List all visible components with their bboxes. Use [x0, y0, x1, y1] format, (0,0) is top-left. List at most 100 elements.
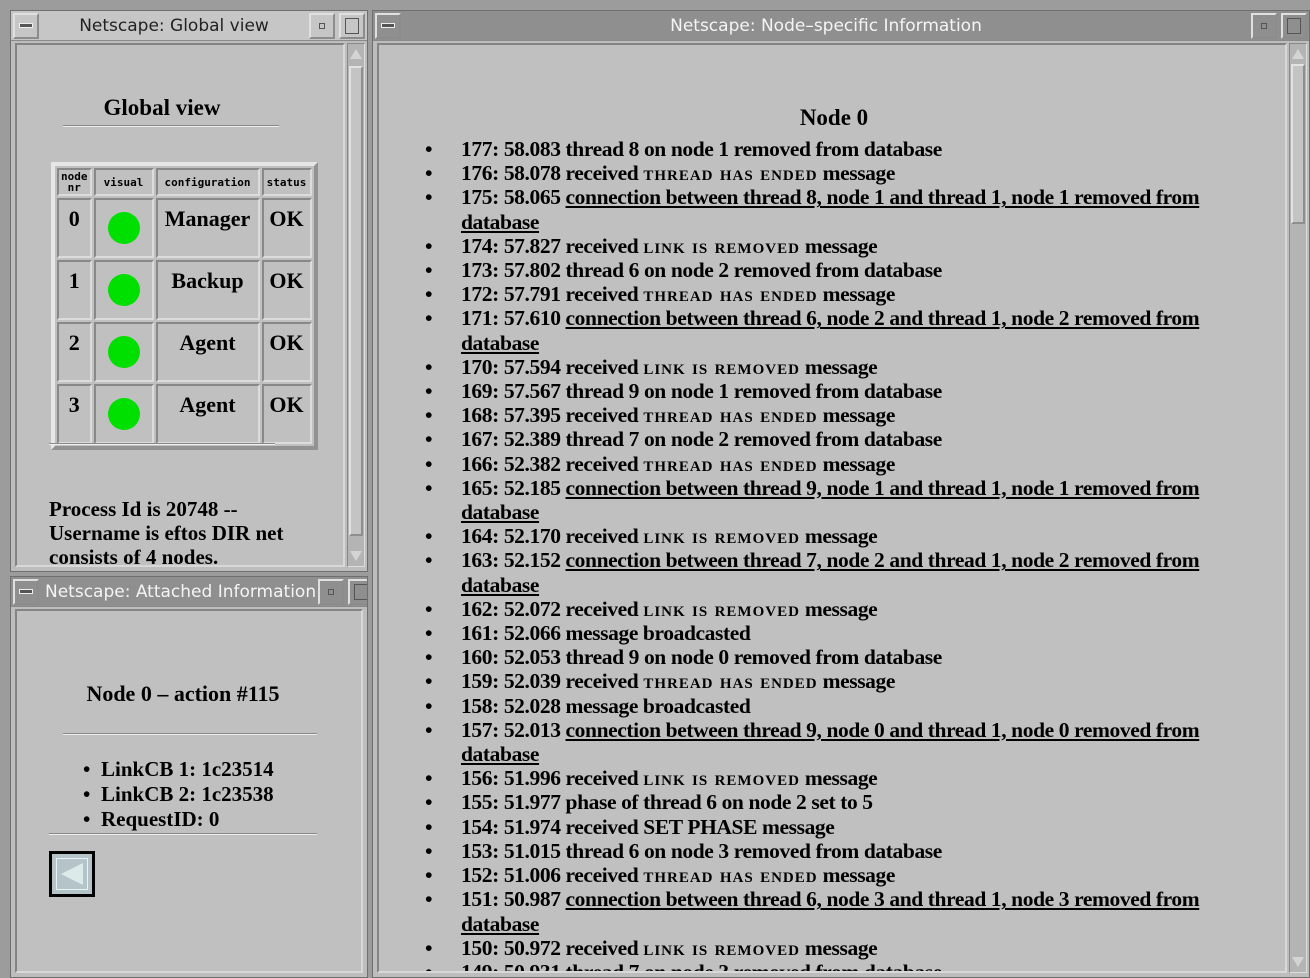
divider [49, 443, 275, 445]
event-link[interactable]: connection between thread 6, node 3 and … [461, 887, 1200, 935]
event-item: 167: 52.389 thread 7 on node 2 removed f… [443, 427, 1253, 451]
event-item: 168: 57.395 received THREAD HAS ENDED me… [443, 403, 1253, 427]
minimize-icon[interactable] [309, 12, 335, 39]
event-text: received SET PHASE message [565, 814, 835, 839]
vertical-scrollbar[interactable] [1289, 43, 1307, 973]
event-link[interactable]: connection between thread 6, node 2 and … [461, 306, 1200, 354]
page-title: Global view [103, 95, 221, 120]
event-item: 164: 52.170 received LINK IS REMOVED mes… [443, 524, 1253, 548]
list-item: LinkCB 1: 1c23514 [83, 757, 274, 782]
event-text: received [565, 596, 644, 621]
separator: : [492, 548, 504, 573]
separator: : [492, 863, 504, 888]
event-id: 158 [461, 693, 493, 718]
event-text: message [799, 766, 878, 791]
vertical-scrollbar[interactable] [347, 43, 365, 567]
window-title: Netscape: Global view [79, 15, 269, 36]
event-item: 165: 52.185 connection between thread 9,… [443, 476, 1253, 524]
event-text: message broadcasted [565, 693, 751, 718]
event-id: 156 [461, 766, 493, 791]
message-keyword: THREAD HAS ENDED [643, 863, 818, 888]
separator: : [492, 790, 504, 815]
maximize-icon[interactable] [339, 12, 365, 39]
event-time: 58.083 [503, 137, 561, 161]
configuration-cell: Manager [155, 198, 260, 258]
event-time: 52.185 [503, 475, 561, 500]
event-time: 57.594 [503, 354, 561, 379]
event-item: 169: 57.567 thread 9 on node 1 removed f… [443, 379, 1253, 403]
minimize-icon[interactable] [1251, 12, 1277, 39]
event-text: message [799, 524, 878, 549]
scroll-down-arrow-icon[interactable] [1291, 954, 1305, 970]
event-id: 151 [461, 887, 493, 912]
event-id: 155 [461, 790, 493, 815]
scroll-down-arrow-icon[interactable] [349, 548, 363, 564]
node-number-cell: 1 [57, 260, 92, 320]
list-item: LinkCB 2: 1c23538 [83, 782, 274, 807]
separator: : [492, 838, 504, 863]
event-time: 58.078 [503, 161, 561, 186]
event-text: received [565, 524, 644, 549]
configuration-cell: Backup [155, 260, 260, 320]
window-menu-icon[interactable] [13, 578, 39, 605]
configuration-cell: Agent [155, 322, 260, 382]
event-time: 51.996 [503, 766, 561, 791]
separator: : [492, 403, 504, 428]
event-text: message [817, 863, 896, 888]
event-link[interactable]: connection between thread 7, node 2 and … [461, 548, 1200, 596]
maximize-icon[interactable] [348, 578, 367, 605]
event-time: 50.987 [503, 887, 561, 912]
separator: : [492, 161, 504, 186]
event-time: 57.395 [503, 403, 561, 428]
message-keyword: THREAD HAS ENDED [643, 403, 818, 428]
event-link[interactable]: connection between thread 9, node 1 and … [461, 476, 1200, 524]
scroll-thumb[interactable] [1291, 64, 1305, 224]
maximize-icon[interactable] [1281, 12, 1307, 39]
separator: : [492, 814, 504, 839]
event-id: 168 [461, 403, 493, 428]
event-id: 174 [461, 233, 493, 258]
event-item: 149: 50.931 thread 7 on node 3 removed f… [443, 959, 1253, 973]
visual-cell [93, 384, 154, 444]
window-title: Netscape: Node–specific Information [670, 15, 982, 36]
event-text: message [799, 354, 878, 379]
table-row: 3 Agent OK [57, 384, 312, 444]
node-information-titlebar[interactable]: Netscape: Node–specific Information [373, 11, 1309, 41]
separator: : [492, 959, 504, 973]
event-text: received [565, 451, 644, 476]
window-menu-icon[interactable] [375, 12, 401, 39]
scroll-up-arrow-icon[interactable] [1291, 46, 1305, 62]
scroll-thumb[interactable] [349, 66, 363, 536]
event-text: thread 7 on node 3 removed from database [565, 959, 943, 973]
event-text: thread 8 on node 1 removed from database [565, 137, 943, 161]
separator: : [492, 887, 504, 912]
window-menu-icon[interactable] [13, 12, 39, 39]
back-arrow-icon[interactable] [49, 851, 95, 897]
event-item: 162: 52.072 received LINK IS REMOVED mes… [443, 597, 1253, 621]
message-keyword: THREAD HAS ENDED [643, 451, 818, 476]
event-text: received [565, 863, 644, 888]
event-id: 162 [461, 596, 493, 621]
table-row: 2 Agent OK [57, 322, 312, 382]
separator: : [492, 258, 504, 283]
event-time: 58.065 [503, 185, 561, 210]
divider [63, 125, 279, 127]
separator: : [492, 645, 504, 670]
global-view-titlebar[interactable]: Netscape: Global view [11, 11, 367, 41]
minimize-icon[interactable] [318, 578, 345, 605]
event-link[interactable]: connection between thread 8, node 1 and … [461, 185, 1200, 233]
separator: : [492, 935, 504, 960]
event-item: 174: 57.827 received LINK IS REMOVED mes… [443, 234, 1253, 258]
separator: : [492, 306, 504, 331]
event-item: 171: 57.610 connection between thread 6,… [443, 306, 1253, 354]
event-log: 177: 58.083 thread 8 on node 1 removed f… [443, 137, 1253, 973]
event-text: thread 7 on node 2 removed from database [565, 427, 943, 452]
attached-information-titlebar[interactable]: Netscape: Attached Information [11, 577, 367, 607]
event-item: 173: 57.802 thread 6 on node 2 removed f… [443, 258, 1253, 282]
divider [63, 733, 317, 735]
scroll-up-arrow-icon[interactable] [349, 46, 363, 62]
status-cell: OK [261, 198, 312, 258]
node-number-cell: 2 [57, 322, 92, 382]
status-cell: OK [261, 322, 312, 382]
event-link[interactable]: connection between thread 9, node 0 and … [461, 718, 1200, 766]
